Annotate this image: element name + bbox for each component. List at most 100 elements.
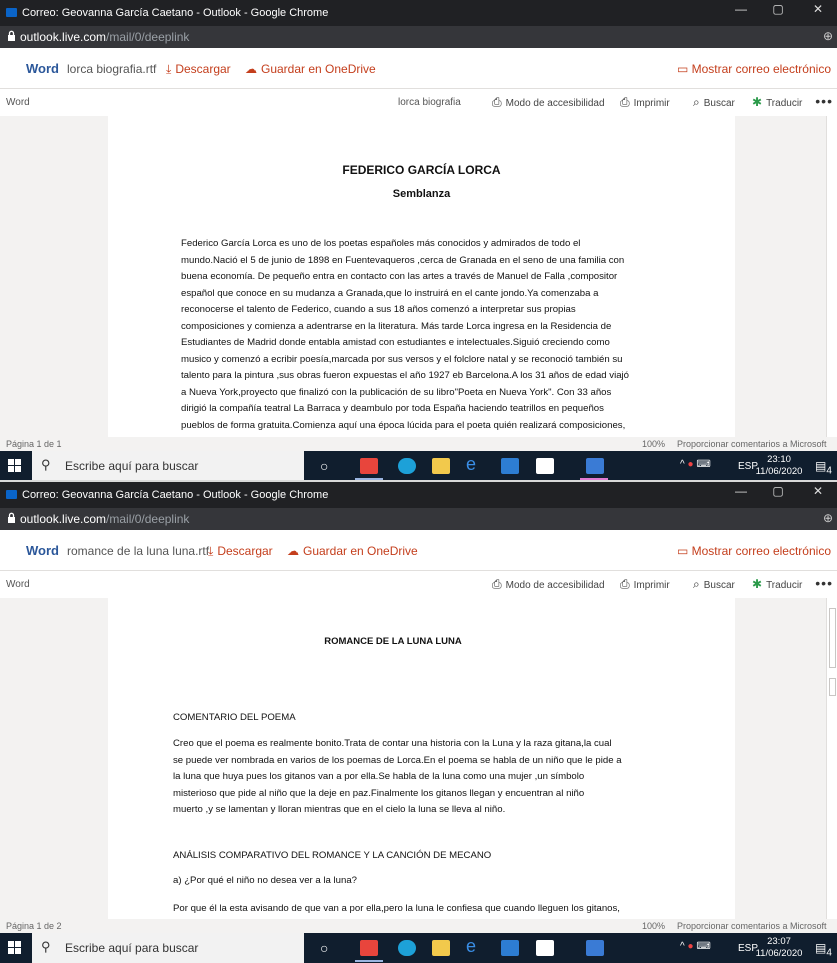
address-bar[interactable]: outlook.live.com/mail/0/deeplink ⊕ bbox=[0, 508, 837, 530]
translate-button[interactable]: ✱ Traducir bbox=[752, 577, 802, 591]
network-icon[interactable]: ● bbox=[687, 459, 693, 470]
notification-icon[interactable]: ▤4 bbox=[815, 941, 832, 958]
taskbar-clock[interactable]: 23:10 11/06/2020 bbox=[755, 454, 803, 478]
network-icon[interactable]: ● bbox=[687, 941, 693, 952]
notification-icon[interactable]: ▤4 bbox=[815, 459, 832, 476]
system-tray[interactable]: ^ ● ⌨ bbox=[680, 459, 711, 470]
minimize-button[interactable]: — bbox=[726, 484, 756, 498]
minimize-button[interactable]: — bbox=[726, 2, 756, 16]
more-options-button[interactable]: ••• bbox=[815, 93, 833, 109]
commentary-heading: COMENTARIO DEL POEMA bbox=[173, 712, 296, 723]
restore-button[interactable]: ▢ bbox=[763, 484, 793, 498]
printer-icon: ⎙ bbox=[620, 95, 630, 109]
accessibility-mode-button[interactable]: ⎙ Modo de accesibilidad bbox=[492, 95, 605, 110]
zoom-level[interactable]: 100% bbox=[642, 439, 665, 449]
clock-date: 11/06/2020 bbox=[755, 948, 803, 959]
download-icon: ⤓ bbox=[166, 62, 172, 76]
save-onedrive-label: Guardar en OneDrive bbox=[261, 62, 376, 76]
lock-icon bbox=[8, 30, 15, 41]
cortana-icon[interactable]: ○ bbox=[320, 458, 328, 474]
windows-start-icon[interactable] bbox=[8, 941, 22, 955]
find-button[interactable]: ⌕ Buscar bbox=[693, 95, 735, 110]
scrollbar-thumb[interactable] bbox=[829, 608, 836, 668]
outlook-app-icon bbox=[6, 8, 17, 17]
document-canvas[interactable]: FEDERICO GARCÍA LORCA Semblanza Federico… bbox=[0, 116, 837, 437]
vertical-scrollbar[interactable] bbox=[826, 598, 837, 919]
more-options-button[interactable]: ••• bbox=[815, 575, 833, 591]
document-header: Word romance de la luna luna.rtf ⤓ Descar… bbox=[0, 530, 837, 571]
cortana-icon[interactable]: ○ bbox=[320, 940, 328, 956]
accessibility-icon: ⎙ bbox=[492, 577, 502, 591]
ribbon-label: Word bbox=[6, 97, 30, 108]
tray-chevron-icon[interactable]: ^ bbox=[680, 941, 685, 952]
accessibility-mode-button[interactable]: ⎙ Modo de accesibilidad bbox=[492, 577, 605, 592]
lock-icon bbox=[8, 512, 15, 523]
search-icon: ⚲ bbox=[41, 457, 51, 472]
taskbar-clock[interactable]: 23:07 11/06/2020 bbox=[755, 936, 803, 960]
feedback-link[interactable]: Proporcionar comentarios a Microsoft bbox=[677, 921, 827, 931]
download-button[interactable]: ⤓ Descargar bbox=[166, 62, 231, 77]
system-tray[interactable]: ^ ● ⌨ bbox=[680, 941, 711, 952]
url-text[interactable]: outlook.live.com/mail/0/deeplink bbox=[20, 30, 189, 44]
word-brand: Word bbox=[26, 543, 59, 558]
download-button[interactable]: ⤓ Descargar bbox=[208, 544, 273, 559]
taskbar-search[interactable]: ⚲ Escribe aquí para buscar bbox=[32, 933, 304, 963]
browser-titlebar: Correo: Geovanna García Caetano - Outloo… bbox=[0, 482, 837, 508]
close-button[interactable]: ✕ bbox=[803, 484, 833, 498]
show-email-button[interactable]: ▭ Mostrar correo electrónico bbox=[677, 544, 831, 558]
find-button[interactable]: ⌕ Buscar bbox=[693, 577, 735, 592]
save-onedrive-button[interactable]: ☁ Guardar en OneDrive bbox=[245, 62, 376, 76]
media-player-icon[interactable] bbox=[501, 940, 519, 956]
url-text[interactable]: outlook.live.com/mail/0/deeplink bbox=[20, 512, 189, 526]
document-page: FEDERICO GARCÍA LORCA Semblanza Federico… bbox=[108, 116, 735, 437]
new-tab-button[interactable]: ⊕ bbox=[823, 29, 833, 43]
body-line: reconocerse el talento de Federico, cuan… bbox=[181, 304, 576, 315]
new-tab-button[interactable]: ⊕ bbox=[823, 511, 833, 525]
question-a: a) ¿Por qué el niño no desea ver a la lu… bbox=[173, 875, 358, 886]
internet-explorer-icon[interactable]: e bbox=[466, 454, 484, 474]
edge-icon[interactable] bbox=[398, 458, 416, 474]
photos-icon[interactable] bbox=[586, 940, 604, 956]
chrome-icon[interactable] bbox=[360, 458, 378, 474]
translate-icon: ✱ bbox=[752, 95, 763, 109]
email-icon: ▭ bbox=[676, 62, 692, 76]
zoom-level[interactable]: 100% bbox=[642, 921, 665, 931]
url-host: outlook.live.com bbox=[20, 30, 107, 44]
taskbar-search[interactable]: ⚲ Escribe aquí para buscar bbox=[32, 451, 304, 481]
store-icon[interactable] bbox=[536, 458, 554, 474]
document-page: ROMANCE DE LA LUNA LUNA COMENTARIO DEL P… bbox=[108, 598, 735, 919]
store-icon[interactable] bbox=[536, 940, 554, 956]
print-button[interactable]: ⎙ Imprimir bbox=[620, 577, 670, 592]
file-explorer-icon[interactable] bbox=[432, 940, 450, 956]
find-label: Buscar bbox=[703, 98, 735, 109]
close-button[interactable]: ✕ bbox=[803, 2, 833, 16]
keyboard-icon[interactable]: ⌨ bbox=[696, 941, 710, 952]
show-email-button[interactable]: ▭ Mostrar correo electrónico bbox=[677, 62, 831, 76]
cloud-icon: ☁ bbox=[287, 544, 299, 558]
internet-explorer-icon[interactable]: e bbox=[466, 936, 484, 956]
photos-icon[interactable] bbox=[586, 458, 604, 474]
save-onedrive-button[interactable]: ☁ Guardar en OneDrive bbox=[287, 544, 418, 558]
edge-icon[interactable] bbox=[398, 940, 416, 956]
feedback-link[interactable]: Proporcionar comentarios a Microsoft bbox=[677, 439, 827, 449]
restore-button[interactable]: ▢ bbox=[763, 2, 793, 16]
chrome-icon[interactable] bbox=[360, 940, 378, 956]
media-player-icon[interactable] bbox=[501, 458, 519, 474]
file-explorer-icon[interactable] bbox=[432, 458, 450, 474]
print-button[interactable]: ⎙ Imprimir bbox=[620, 95, 670, 110]
address-bar[interactable]: outlook.live.com/mail/0/deeplink ⊕ bbox=[0, 26, 837, 48]
windows-start-icon[interactable] bbox=[8, 459, 22, 473]
notification-count: 4 bbox=[826, 947, 832, 959]
vertical-scrollbar[interactable] bbox=[826, 116, 837, 437]
tray-chevron-icon[interactable]: ^ bbox=[680, 459, 685, 470]
document-canvas[interactable]: ROMANCE DE LA LUNA LUNA COMENTARIO DEL P… bbox=[0, 598, 837, 919]
translate-button[interactable]: ✱ Traducir bbox=[752, 95, 802, 109]
taskbar-search-placeholder: Escribe aquí para buscar bbox=[65, 459, 199, 473]
translate-icon: ✱ bbox=[752, 577, 763, 591]
printer-icon: ⎙ bbox=[620, 577, 630, 591]
search-icon: ⚲ bbox=[41, 939, 51, 954]
accessibility-label: Modo de accesibilidad bbox=[505, 580, 605, 591]
document-title: ROMANCE DE LA LUNA LUNA bbox=[324, 636, 462, 647]
show-email-label: Mostrar correo electrónico bbox=[691, 62, 831, 76]
keyboard-icon[interactable]: ⌨ bbox=[696, 459, 710, 470]
